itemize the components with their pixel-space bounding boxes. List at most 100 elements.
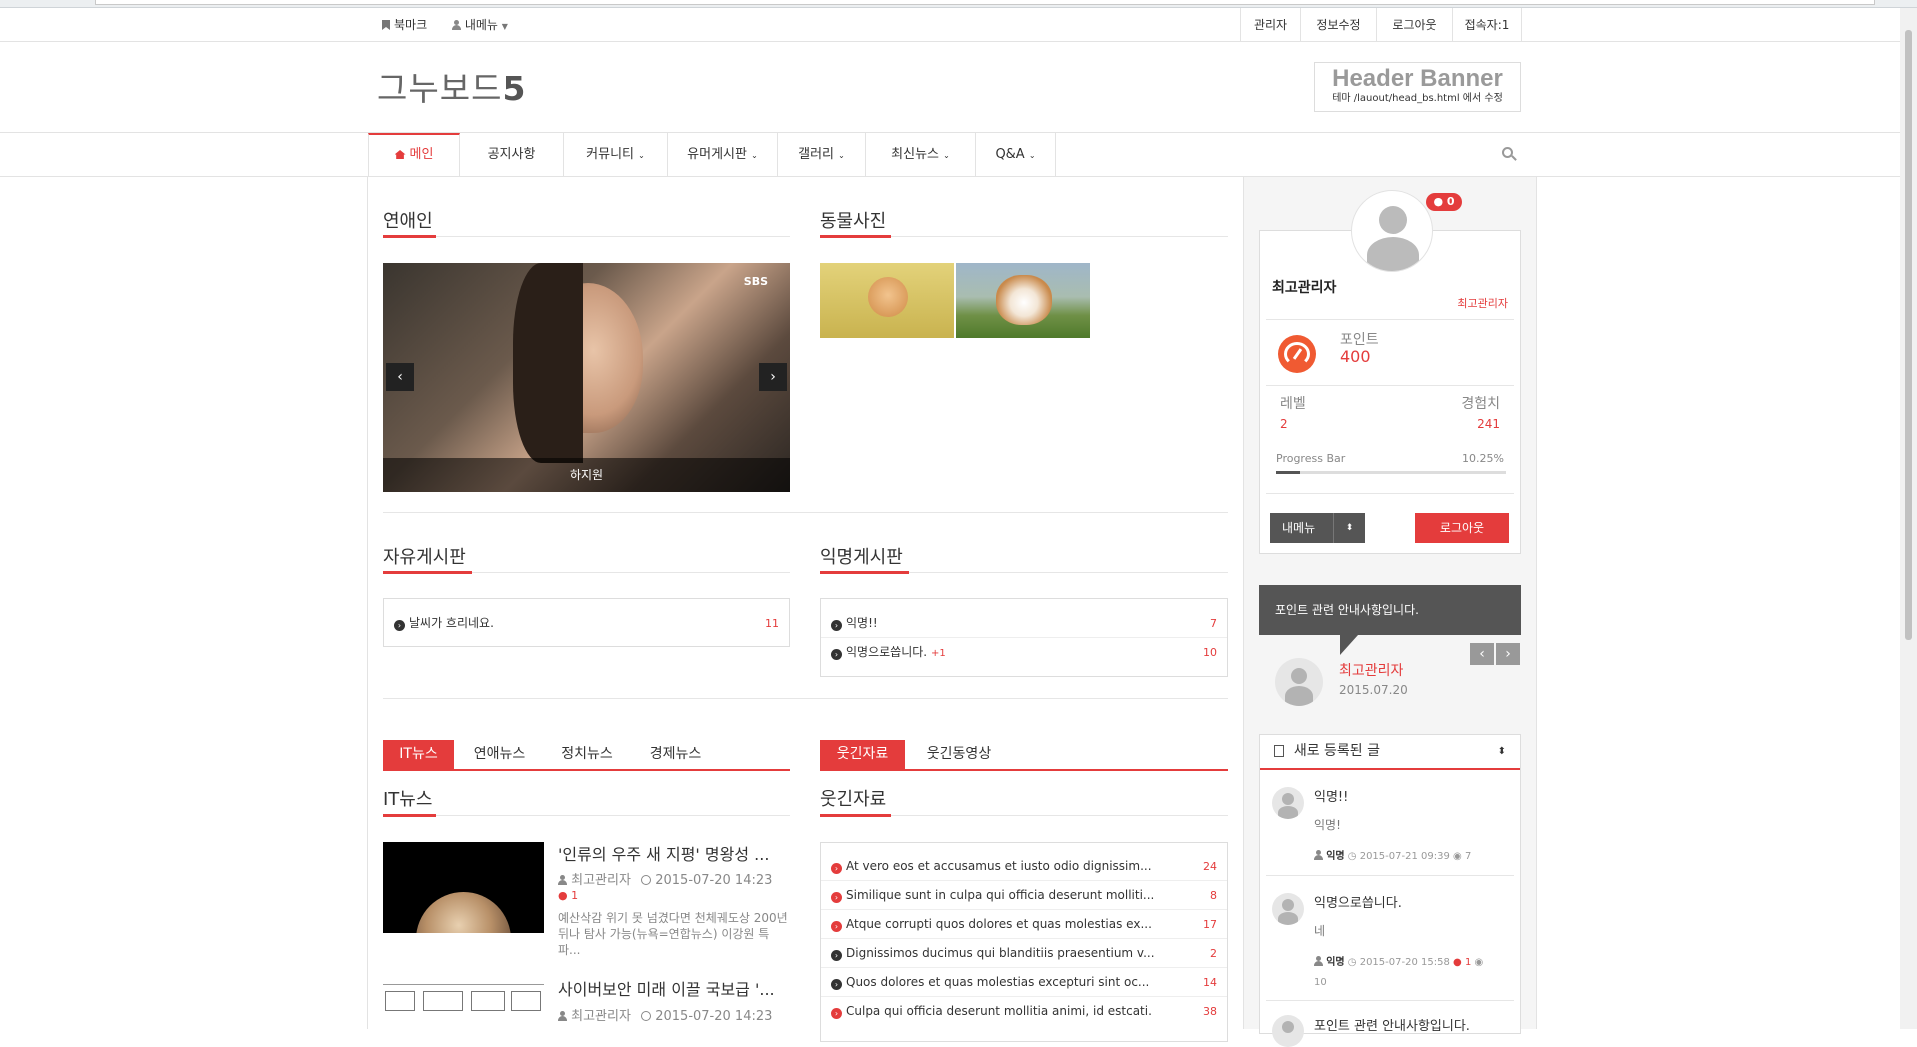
profile-divider <box>1266 385 1514 386</box>
profile-avatar[interactable] <box>1351 190 1433 272</box>
news-thumb-doc[interactable] <box>383 977 544 1029</box>
mymenu-button-label: 내메뉴 <box>1282 521 1316 535</box>
main-nav: 메인 공지사항 커뮤니티 ⌄ 유머게시판 ⌄ 갤러리 ⌄ 최신뉴스 ⌄ Q&A … <box>0 132 1917 177</box>
post-views: 7 <box>1464 851 1472 862</box>
notice-next-button[interactable]: › <box>1496 643 1520 665</box>
chevron-circle-icon: › <box>831 863 842 874</box>
site-logo[interactable]: 그누보드5 <box>377 62 526 110</box>
exp-value: 241 <box>1477 417 1500 431</box>
header-banner[interactable]: Header Banner 테마 /lauout/head_bs.html 에서… <box>1314 62 1521 112</box>
tab-funny[interactable]: 웃긴자료 <box>820 740 905 769</box>
nav-qna[interactable]: Q&A ⌄ <box>976 133 1056 177</box>
user-icon <box>558 1011 567 1021</box>
post-author: 익명 <box>1326 851 1345 862</box>
list-item[interactable]: › Quos dolores et quas molestias exceptur… <box>821 968 1227 997</box>
nav-community[interactable]: 커뮤니티 ⌄ <box>564 133 668 177</box>
point-value[interactable]: 400 <box>1340 347 1371 366</box>
tab-celeb-news[interactable]: 연애뉴스 <box>462 740 537 769</box>
list-item[interactable]: › 익명!! 7 <box>821 609 1227 638</box>
list-item[interactable]: › Atque corrupti quos dolores et quas mol… <box>821 910 1227 939</box>
celeb-slider[interactable]: SBS ‹ › 하지원 <box>383 263 790 492</box>
search-icon[interactable] <box>1502 147 1518 163</box>
news-title[interactable]: '인류의 우주 새 지평' 명왕성 ... <box>558 841 790 865</box>
news-thumb-pluto[interactable] <box>383 842 544 933</box>
visitor-count[interactable]: 접속자:1 <box>1452 8 1522 42</box>
chevron-right-icon: › <box>1505 646 1511 662</box>
section-title-funny: 웃긴자료 <box>820 789 887 810</box>
nav-gallery[interactable]: 갤러리 ⌄ <box>778 133 866 177</box>
clock-icon: ◷ <box>1347 957 1357 968</box>
recent-posts-header[interactable]: 새로 등록된 글 ⬍ <box>1260 735 1520 770</box>
post-views: 10 <box>1314 977 1327 988</box>
chevron-circle-icon: › <box>831 620 842 631</box>
news-title[interactable]: 사이버보안 미래 이끌 국보급 '... <box>558 976 790 1000</box>
profile-divider <box>1266 493 1514 494</box>
list-item[interactable]: › Culpa qui officia deserunt mollitia ani… <box>821 997 1227 1026</box>
profile-name[interactable]: 최고관리자 <box>1272 277 1336 297</box>
notice-bubble[interactable]: 포인트 관련 안내사항입니다. <box>1259 585 1521 635</box>
logo-text: 그누보드 <box>377 69 503 108</box>
sort-icon: ⬍ <box>1333 513 1365 543</box>
scrollbar-thumb[interactable] <box>1905 30 1912 640</box>
notice-avatar <box>1275 658 1323 706</box>
nav-notice[interactable]: 공지사항 <box>460 133 564 177</box>
tab-it-news[interactable]: IT뉴스 <box>383 740 454 769</box>
slider-prev-button[interactable]: ‹ <box>386 363 414 391</box>
nav-gallery-label: 갤러리 <box>798 147 835 162</box>
user-icon <box>558 875 567 885</box>
comments-icon: ● <box>1453 957 1462 968</box>
sort-icon: ⬍ <box>1497 746 1506 757</box>
new-comment-badge: +1 <box>930 648 946 659</box>
comment-count: 14 <box>1203 976 1217 989</box>
content-border-left <box>367 177 368 1029</box>
list-item[interactable]: › 날씨가 흐리네요. 11 <box>384 609 789 638</box>
doc-image-header <box>383 977 544 985</box>
section-title-anon: 익명게시판 <box>820 547 903 568</box>
nav-humor[interactable]: 유머게시판 ⌄ <box>668 133 778 177</box>
profile-divider <box>1266 319 1514 320</box>
slider-next-button[interactable]: › <box>759 363 787 391</box>
exp-label: 경험치 <box>1461 396 1500 412</box>
page-scrollbar[interactable] <box>1900 8 1917 1029</box>
nav-main[interactable]: 메인 <box>368 133 460 177</box>
list-item[interactable]: › Dignissimos ducimus qui blanditiis prae… <box>821 939 1227 968</box>
list-item[interactable]: › 익명으로씁니다. +1 10 <box>821 638 1227 667</box>
logo-number: 5 <box>502 69 527 108</box>
mymenu-button[interactable]: 내메뉴 ⬍ <box>1270 513 1365 543</box>
notice-bubble-tail <box>1340 635 1358 655</box>
news-date: 2015-07-20 14:23 <box>655 1009 773 1024</box>
animal-thumb-puppy[interactable] <box>956 263 1090 338</box>
nav-news[interactable]: 최신뉴스 ⌄ <box>866 133 976 177</box>
tab-funny-video[interactable]: 웃긴동영상 <box>915 740 1003 769</box>
logout-link[interactable]: 로그아웃 <box>1376 8 1452 42</box>
pluto-image <box>416 892 511 933</box>
animal-thumb-kitten[interactable] <box>820 263 954 338</box>
recent-post-meta: 익명 ◷ 2015-07-21 09:39 ◉ 7 <box>1314 847 1471 862</box>
post-title: Similique sunt in culpa qui officia dese… <box>846 888 1155 902</box>
tab-politics-news[interactable]: 정치뉴스 <box>551 740 623 769</box>
recent-post-title[interactable]: 익명으로씁니다. <box>1314 892 1402 911</box>
notice-prev-button[interactable]: ‹ <box>1470 643 1494 665</box>
bookmark-icon <box>382 20 390 30</box>
address-input[interactable] <box>95 0 1875 5</box>
logout-button[interactable]: 로그아웃 <box>1415 513 1509 543</box>
edit-info-link[interactable]: 정보수정 <box>1300 8 1376 42</box>
recent-post-title[interactable]: 포인트 관련 안내사항입니다. <box>1314 1015 1470 1034</box>
progress-bar <box>1276 471 1506 474</box>
memo-badge[interactable]: ● 0 <box>1426 193 1462 211</box>
tab-economy-news[interactable]: 경제뉴스 <box>638 740 713 769</box>
section-underline-accent <box>383 235 436 238</box>
list-item[interactable]: › At vero eos et accusamus et iusto odio … <box>821 852 1227 881</box>
notice-author[interactable]: 최고관리자 <box>1339 660 1403 680</box>
free-board-list: › 날씨가 흐리네요. 11 <box>383 598 790 647</box>
mymenu-dropdown[interactable]: 내메뉴 ▼ <box>452 8 508 42</box>
recent-post-title[interactable]: 익명!! <box>1314 786 1348 805</box>
comment-count: 2 <box>1210 947 1217 960</box>
list-item[interactable]: › Similique sunt in culpa qui officia des… <box>821 881 1227 910</box>
chevron-circle-icon: › <box>831 979 842 990</box>
admin-link[interactable]: 관리자 <box>1240 8 1300 42</box>
post-author: 익명 <box>1326 957 1345 968</box>
bookmark-link[interactable]: 북마크 <box>382 8 427 42</box>
comments-icon: ● <box>1433 195 1444 208</box>
post-avatar <box>1272 893 1304 925</box>
